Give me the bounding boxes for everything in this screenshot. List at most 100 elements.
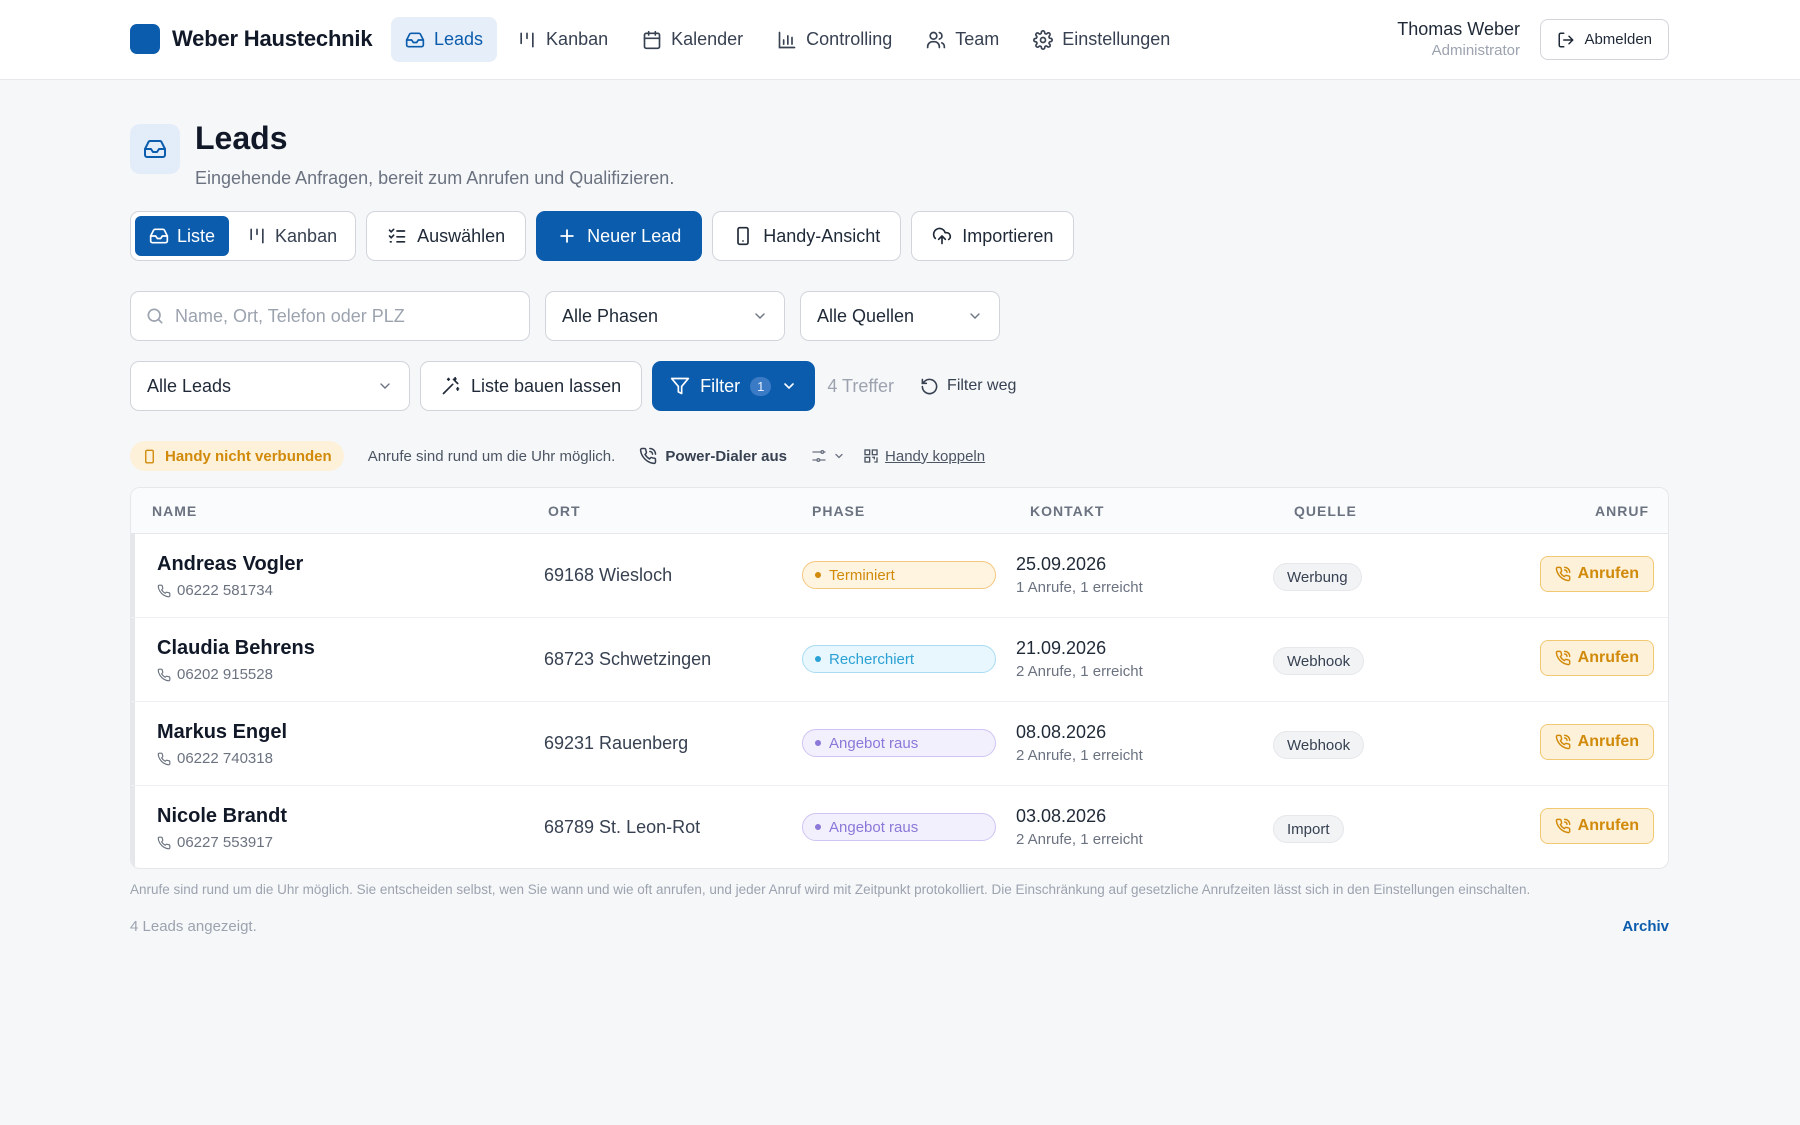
column-header-kontakt[interactable]: KONTAKT — [1030, 503, 1104, 519]
mobile-view-button[interactable]: Handy-Ansicht — [712, 211, 902, 261]
lead-phone-number: 06222 581734 — [177, 582, 273, 599]
lead-phone-number: 06227 553917 — [177, 834, 273, 851]
search-input[interactable] — [175, 305, 505, 327]
scope-select[interactable]: Alle Leads — [130, 361, 410, 411]
logout-button[interactable]: Abmelden — [1540, 19, 1669, 60]
phase-badge: Angebot raus — [802, 813, 996, 841]
call-button[interactable]: Anrufen — [1539, 724, 1654, 760]
lead-name[interactable]: Claudia Behrens — [157, 637, 315, 660]
dialer-settings-dropdown[interactable] — [811, 448, 845, 464]
chevron-down-icon — [752, 308, 768, 324]
phone-icon — [157, 752, 171, 766]
user-role: Administrator — [1431, 42, 1520, 59]
phone-call-icon — [1555, 650, 1571, 666]
lead-name[interactable]: Markus Engel — [157, 721, 287, 744]
smartphone-icon — [733, 226, 753, 246]
nav-item-leads[interactable]: Leads — [391, 17, 498, 62]
phase-label: Recherchiert — [829, 650, 915, 668]
call-summary: 2 Anrufe, 1 erreicht — [1016, 831, 1143, 848]
lead-name[interactable]: Nicole Brandt — [157, 805, 287, 828]
column-header-quelle[interactable]: QUELLE — [1294, 503, 1357, 519]
import-button[interactable]: Importieren — [911, 211, 1075, 261]
new-lead-button[interactable]: Neuer Lead — [536, 211, 703, 261]
table-row[interactable]: Nicole Brandt 06227 553917 68789 St. Leo… — [131, 786, 1668, 868]
scope-select-value: Alle Leads — [147, 375, 232, 396]
phase-select[interactable]: Alle Phasen — [545, 291, 785, 341]
call-button[interactable]: Anrufen — [1539, 640, 1654, 676]
phase-dot — [815, 740, 821, 746]
column-header-phase[interactable]: PHASE — [812, 503, 865, 519]
table-row[interactable]: Andreas Vogler 06222 581734 69168 Wieslo… — [131, 534, 1668, 618]
phase-badge: Angebot raus — [802, 729, 996, 757]
filter-label: Filter — [700, 375, 741, 396]
list-checks-icon — [387, 226, 407, 246]
gear-icon — [1033, 29, 1054, 50]
filter-button[interactable]: Filter 1 — [652, 361, 816, 411]
source-select-value: Alle Quellen — [817, 305, 915, 326]
nav-item-label: Team — [955, 29, 1000, 49]
logout-label: Abmelden — [1584, 31, 1652, 48]
user-info: Thomas Weber Administrator — [1397, 19, 1520, 59]
view-kanban-label: Kanban — [275, 225, 338, 246]
chevron-down-icon — [377, 378, 393, 394]
phase-label: Angebot raus — [829, 818, 919, 836]
main-nav: Leads Kanban Kalender Controlling Team E… — [391, 17, 1184, 62]
call-button[interactable]: Anrufen — [1539, 808, 1654, 844]
filter-icon — [670, 376, 690, 396]
build-list-button[interactable]: Liste bauen lassen — [420, 361, 643, 411]
select-label: Auswählen — [417, 225, 506, 246]
phone-status-row: Handy nicht verbunden Anrufe sind rund u… — [130, 441, 985, 471]
brand-name: Weber Haustechnik — [172, 26, 373, 51]
call-button-label: Anrufen — [1577, 733, 1639, 750]
nav-item-controlling[interactable]: Controlling — [763, 17, 906, 62]
call-info-text: Anrufe sind rund um die Uhr möglich. — [367, 447, 616, 465]
column-header-name[interactable]: NAME — [152, 503, 197, 519]
nav-item-kalender[interactable]: Kalender — [628, 17, 757, 62]
cloud-upload-icon — [932, 226, 952, 246]
kanban-icon — [247, 226, 267, 246]
reset-filter-label: Filter weg — [947, 377, 1017, 394]
nav-item-team[interactable]: Team — [912, 17, 1013, 62]
call-button[interactable]: Anrufen — [1539, 556, 1654, 592]
table-row[interactable]: Claudia Behrens 06202 915528 68723 Schwe… — [131, 618, 1668, 702]
power-dialer-toggle[interactable]: Power-Dialer aus — [639, 447, 787, 465]
view-kanban-button[interactable]: Kanban — [233, 216, 351, 256]
source-badge: Import — [1273, 815, 1344, 843]
search-icon — [145, 306, 165, 326]
call-summary: 2 Anrufe, 1 erreicht — [1016, 747, 1143, 764]
table-row[interactable]: Markus Engel 06222 740318 69231 Rauenber… — [131, 702, 1668, 786]
lead-name[interactable]: Andreas Vogler — [157, 553, 303, 576]
kanban-icon — [517, 30, 537, 50]
column-header-ort[interactable]: ORT — [548, 503, 581, 519]
phase-select-value: Alle Phasen — [562, 305, 659, 326]
inbox-icon — [149, 226, 169, 246]
brand[interactable]: Weber Haustechnik — [130, 24, 373, 54]
phone-call-icon — [1555, 818, 1571, 834]
lead-phone: 06202 915528 — [157, 666, 273, 683]
nav-item-einstellungen[interactable]: Einstellungen — [1019, 17, 1184, 62]
nav-item-label: Kanban — [546, 29, 609, 49]
phase-label: Angebot raus — [829, 734, 919, 752]
search-field[interactable] — [130, 291, 530, 341]
source-select[interactable]: Alle Quellen — [800, 291, 1000, 341]
nav-item-kanban[interactable]: Kanban — [503, 17, 622, 62]
select-button[interactable]: Auswählen — [366, 211, 527, 261]
phone-call-icon — [1555, 734, 1571, 750]
filter-row: Alle Leads Liste bauen lassen Filter 1 4… — [130, 361, 1016, 411]
chevron-down-icon — [781, 378, 797, 394]
rotate-ccw-icon — [920, 377, 939, 396]
view-list-button[interactable]: Liste — [135, 216, 230, 256]
view-switcher: Liste Kanban — [130, 211, 357, 261]
bar-chart-icon — [777, 30, 797, 50]
top-navigation-bar: Weber Haustechnik Leads Kanban Kalender … — [0, 0, 1800, 80]
users-icon — [926, 30, 946, 50]
reset-filter-button[interactable]: Filter weg — [920, 377, 1016, 396]
hit-count: 4 Treffer — [827, 375, 895, 396]
pair-phone-link[interactable]: Handy koppeln — [863, 448, 985, 465]
archive-link[interactable]: Archiv — [1622, 918, 1669, 935]
phone-icon — [157, 836, 171, 850]
smartphone-icon — [142, 449, 157, 464]
lead-location: 68789 St. Leon-Rot — [544, 817, 701, 837]
page-subtitle: Eingehende Anfragen, bereit zum Anrufen … — [195, 168, 675, 188]
lead-phone: 06222 581734 — [157, 582, 273, 599]
